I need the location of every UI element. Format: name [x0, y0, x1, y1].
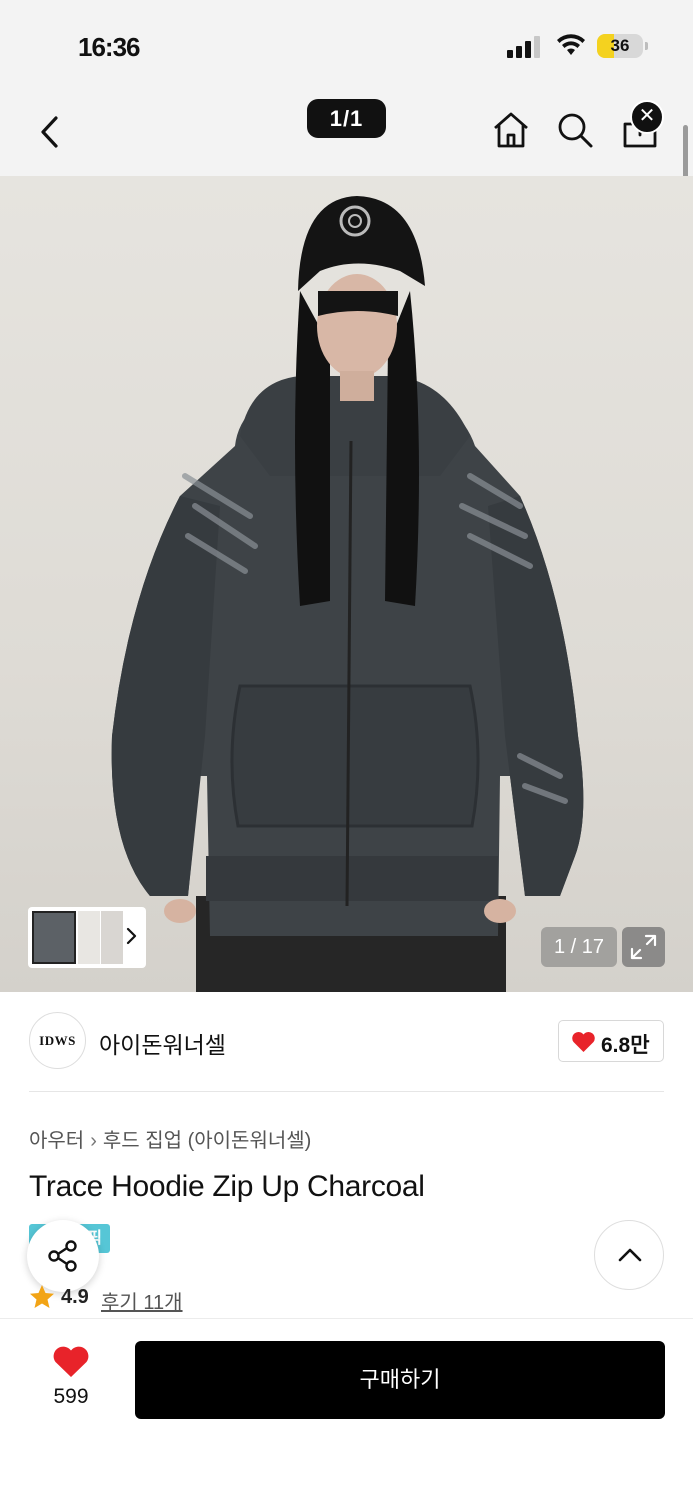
share-button[interactable] — [27, 1220, 99, 1292]
heart-icon — [572, 1032, 595, 1052]
image-counter: 1 / 17 — [541, 927, 617, 967]
close-icon[interactable]: ✕ — [630, 100, 664, 134]
product-image[interactable]: 1 / 17 — [0, 176, 693, 992]
breadcrumb: 아우터 › 후드 집업 (아이돈워너셀) — [29, 1124, 311, 1153]
product-photo — [111, 196, 584, 992]
share-icon — [48, 1240, 77, 1272]
cellular-signal-icon — [507, 36, 540, 58]
star-icon — [30, 1285, 54, 1308]
divider — [29, 1091, 664, 1092]
battery-cap — [645, 42, 648, 50]
thumbnail-strip[interactable] — [28, 907, 146, 968]
status-bar: 16:36 36 — [0, 0, 693, 92]
rating-score: 4.9 — [61, 1286, 89, 1308]
bottom-action-bar: 599 구매하기 — [0, 1318, 693, 1500]
top-nav: 1/1 — [0, 92, 693, 176]
back-arrow-icon[interactable] — [34, 112, 66, 152]
brand-like-button[interactable]: 6.8만 — [558, 1020, 664, 1062]
wishlist-button[interactable]: 599 — [40, 1345, 102, 1415]
product-title: Trace Hoodie Zip Up Charcoal — [29, 1170, 425, 1203]
buy-button[interactable]: 구매하기 — [135, 1341, 665, 1419]
battery-icon: 36 — [597, 34, 643, 58]
thumbnail-2[interactable] — [78, 911, 100, 964]
thumbnail-3[interactable] — [101, 911, 123, 964]
page-counter: 1/1 — [307, 99, 386, 138]
search-icon[interactable] — [555, 110, 595, 150]
chevron-right-icon[interactable] — [123, 921, 141, 951]
reviews-link[interactable]: 후기 11개 — [101, 1286, 183, 1315]
wifi-icon — [557, 34, 585, 55]
brand-like-count: 6.8만 — [601, 1034, 650, 1057]
chevron-up-icon — [618, 1248, 642, 1262]
breadcrumb-separator-icon: › — [90, 1130, 97, 1152]
home-icon[interactable] — [491, 110, 531, 150]
brand-name[interactable]: 아이돈워너셀 — [99, 1026, 226, 1060]
heart-icon — [53, 1346, 89, 1377]
expand-icon[interactable] — [622, 927, 665, 967]
breadcrumb-item-subcategory[interactable]: 후드 집업 (아이돈워너셀) — [103, 1124, 311, 1153]
thumbnail-1[interactable] — [32, 911, 76, 964]
wishlist-count: 599 — [53, 1385, 89, 1408]
brand-logo[interactable]: IDWS — [29, 1012, 86, 1069]
breadcrumb-item-category[interactable]: 아우터 — [29, 1124, 84, 1153]
status-time: 16:36 — [78, 32, 140, 62]
scroll-to-top-button[interactable] — [594, 1220, 664, 1290]
battery-percent: 36 — [610, 36, 630, 55]
